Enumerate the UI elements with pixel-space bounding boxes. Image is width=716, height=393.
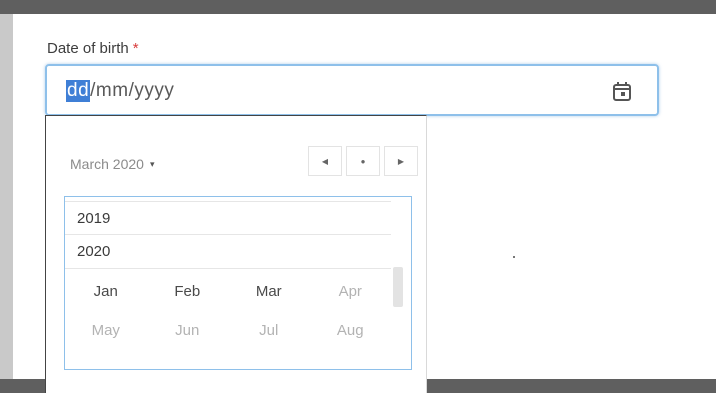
date-of-birth-label: Date of birth * (47, 40, 139, 57)
year-segment[interactable]: yyyy (134, 80, 174, 102)
chevron-down-icon[interactable]: ▾ (150, 159, 155, 170)
page-edge (0, 14, 13, 379)
month-option-disabled: Aug (336, 322, 364, 339)
next-month-button[interactable]: ▶ (384, 146, 418, 176)
picker-nav: ◀ ● ▶ (308, 146, 418, 176)
month-option[interactable]: Jan (65, 283, 147, 300)
month-option-disabled: Jul (259, 322, 279, 339)
day-segment[interactable]: dd (66, 80, 91, 102)
year-option[interactable]: 2020 (65, 235, 391, 269)
chevron-right-icon: ▶ (397, 156, 405, 166)
chevron-left-icon: ◀ (321, 156, 329, 166)
month-segment[interactable]: mm (96, 80, 129, 102)
month-option[interactable]: Mar (228, 283, 310, 300)
label-text: Date of birth (47, 40, 129, 57)
calendar-icon[interactable] (611, 80, 633, 102)
required-indicator: * (132, 40, 139, 57)
date-of-birth-input[interactable]: dd / mm / yyyy (45, 64, 659, 116)
month-option-disabled: Jun (175, 322, 200, 339)
scrollbar-thumb[interactable] (393, 267, 403, 307)
month-option-disabled: Apr (338, 283, 362, 300)
month-option[interactable]: Feb (147, 283, 229, 300)
previous-month-button[interactable]: ◀ (308, 146, 342, 176)
month-grid: Jan Feb Mar Apr May Jun Jul Aug (65, 283, 391, 339)
month-year-selector[interactable]: March 2020 ▾ (70, 156, 154, 172)
form-panel: Date of birth * dd / mm / yyyy March 2020… (13, 14, 716, 393)
year-option[interactable]: 2019 (65, 201, 391, 235)
datepicker-dropdown: March 2020 ▾ ◀ ● ▶ 2019 2020 Jan Feb Mar… (45, 115, 427, 393)
today-button[interactable]: ● (346, 146, 380, 176)
month-year-grid: 2019 2020 Jan Feb Mar Apr May Jun Jul Au… (64, 196, 412, 370)
month-option-disabled: May (91, 322, 120, 339)
date-input-text[interactable]: dd / mm / yyyy (66, 80, 174, 102)
dust-speck (513, 256, 515, 258)
dot-icon: ● (360, 156, 366, 166)
current-month-label[interactable]: March 2020 (70, 156, 144, 172)
